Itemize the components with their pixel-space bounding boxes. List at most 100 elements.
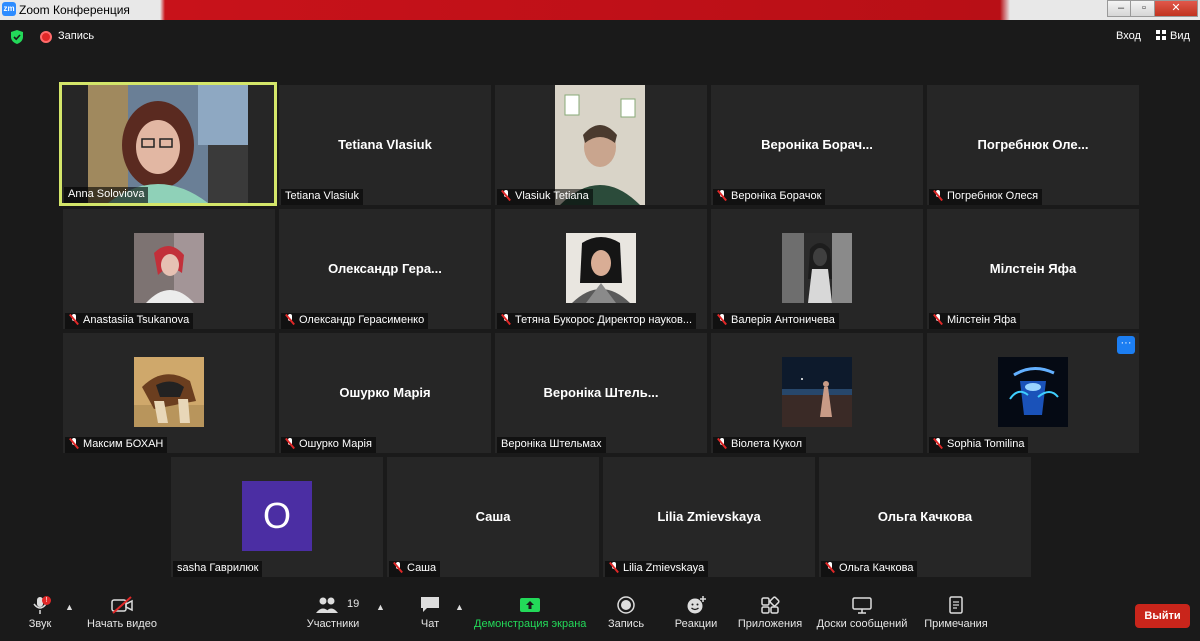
more-options-button[interactable]: ··· — [1117, 336, 1135, 354]
reactions-button[interactable]: Реакции — [674, 580, 718, 641]
window-title: Zoom Конференция — [19, 3, 130, 17]
video-tile[interactable]: ··· Sophia Tomilina — [927, 333, 1139, 453]
chat-bubble-icon — [421, 597, 439, 612]
participant-avatar-photo — [998, 357, 1068, 427]
start-video-label: Начать видео — [87, 618, 157, 630]
muted-mic-icon — [501, 190, 511, 201]
signin-button[interactable]: Вход — [1116, 30, 1141, 42]
participant-display-name: Lilia Zmievskaya — [657, 509, 761, 524]
audio-label: Звук — [28, 618, 52, 630]
apps-button[interactable]: Приложения — [736, 580, 804, 641]
security-shield-icon[interactable] — [10, 30, 24, 44]
participant-display-name: Олександр Гера... — [328, 261, 442, 276]
participant-name-label: sasha Гаврилюк — [173, 561, 263, 577]
video-tile[interactable]: O sasha Гаврилюк — [171, 457, 383, 577]
video-tile[interactable]: Валерія Антоничева — [711, 209, 923, 329]
muted-mic-icon — [717, 314, 727, 325]
meeting-toolbar: ! Звук ▲ Начать видео 19 Участники ▲ Чат… — [0, 580, 1200, 641]
participant-name-label: Максим БОХАН — [65, 437, 168, 453]
participant-name-label: Олександр Герасименко — [281, 313, 429, 329]
zoom-app-icon: zm — [2, 2, 16, 16]
whiteboard-icon — [852, 597, 872, 614]
notes-label: Примечания — [924, 618, 988, 630]
leave-meeting-button[interactable]: Выйти — [1135, 604, 1190, 628]
participant-name-label: Мілстеін Яфа — [929, 313, 1021, 329]
participants-button[interactable]: 19 Участники — [304, 580, 362, 641]
participant-name-label: Lilia Zmievskaya — [605, 561, 709, 577]
muted-mic-icon — [717, 190, 727, 201]
participant-display-name: Погребнюк Оле... — [977, 137, 1089, 152]
participant-display-name: Вероніка Штель... — [543, 385, 659, 400]
audio-options-chevron-icon[interactable]: ▲ — [65, 602, 74, 612]
participant-video — [555, 85, 645, 205]
smiley-plus-icon — [687, 596, 706, 614]
window-titlebar: zm Zoom Конференция – ▫ ✕ — [0, 0, 1200, 20]
video-tile[interactable]: Вероніка Штель... Вероніка Штельмах — [495, 333, 707, 453]
chat-label: Чат — [420, 618, 440, 630]
video-tile[interactable]: Максим БОХАН — [63, 333, 275, 453]
video-tile[interactable]: Віолета Кукол — [711, 333, 923, 453]
apps-label: Приложения — [737, 618, 803, 630]
share-screen-icon — [520, 598, 540, 612]
participant-display-name: Ольга Качкова — [877, 509, 973, 524]
muted-mic-icon — [933, 438, 943, 449]
participant-name-label: Саша — [389, 561, 441, 577]
participant-name-label: Ошурко Марія — [281, 437, 376, 453]
recording-label[interactable]: Запись — [58, 30, 94, 42]
share-screen-label: Демонстрация экрана — [474, 618, 587, 630]
video-tile[interactable]: Ошурко Марія Ошурко Марія — [279, 333, 491, 453]
video-tile[interactable]: Вероніка Борач... Вероніка Борачок — [711, 85, 923, 205]
audio-button[interactable]: ! Звук — [18, 580, 62, 641]
video-tile[interactable]: Олександр Гера... Олександр Герасименко — [279, 209, 491, 329]
video-tile[interactable]: Мілстеін Яфа Мілстеін Яфа — [927, 209, 1139, 329]
participant-name-label: Валерія Антоничева — [713, 313, 839, 329]
participant-display-name: Саша — [475, 509, 511, 524]
participant-name-label: Tetiana Vlasiuk — [281, 189, 363, 205]
muted-mic-icon — [285, 314, 295, 325]
participant-display-name: Tetiana Vlasiuk — [338, 137, 432, 152]
muted-mic-icon — [825, 562, 835, 573]
meeting-topbar: Запись Вход Вид — [0, 20, 1200, 54]
video-tile[interactable]: Anna Soloviova — [59, 82, 277, 206]
participants-label: Участники — [306, 618, 360, 630]
video-tile[interactable]: Погребнюк Оле... Погребнюк Олеся — [927, 85, 1139, 205]
record-label: Запись — [607, 618, 645, 630]
participant-name-label: Вероніка Штельмах — [497, 437, 606, 453]
participant-avatar-photo — [566, 233, 636, 303]
video-tile[interactable]: Anastasiia Tsukanova — [63, 209, 275, 329]
view-label: Вид — [1170, 30, 1190, 42]
video-tile[interactable]: Тетяна Букорос Директор науков... — [495, 209, 707, 329]
start-video-button[interactable]: Начать видео — [86, 580, 158, 641]
audio-alert-badge: ! — [42, 596, 51, 605]
participant-name-label: Вероніка Борачок — [713, 189, 826, 205]
muted-mic-icon — [69, 314, 79, 325]
video-tile[interactable]: Vlasiuk Tetiana — [495, 85, 707, 205]
view-button[interactable]: Вид — [1156, 30, 1190, 42]
video-tile[interactable]: Lilia Zmievskaya Lilia Zmievskaya — [603, 457, 815, 577]
participant-avatar-letter: O — [242, 481, 312, 551]
whiteboards-button[interactable]: Доски сообщений — [814, 580, 910, 641]
video-tile[interactable]: Ольга Качкова Ольга Качкова — [819, 457, 1031, 577]
close-window-button[interactable]: ✕ — [1154, 0, 1198, 17]
share-screen-button[interactable]: Демонстрация экрана — [474, 580, 586, 641]
recording-indicator-icon — [40, 31, 52, 43]
notes-button[interactable]: Примечания — [922, 580, 990, 641]
participant-name-label: Sophia Tomilina — [929, 437, 1029, 453]
record-button[interactable]: Запись — [606, 580, 646, 641]
participants-count: 19 — [347, 598, 360, 610]
participant-avatar-photo — [782, 233, 852, 303]
muted-mic-icon — [933, 314, 943, 325]
chat-button[interactable]: Чат — [416, 580, 444, 641]
participant-name-label: Тетяна Букорос Директор науков... — [497, 313, 697, 329]
muted-mic-icon — [609, 562, 619, 573]
muted-mic-icon — [69, 438, 79, 449]
participant-video — [88, 85, 248, 203]
participants-icon — [316, 597, 338, 613]
chat-options-chevron-icon[interactable]: ▲ — [455, 602, 464, 612]
muted-mic-icon — [717, 438, 727, 449]
video-tile[interactable]: Саша Саша — [387, 457, 599, 577]
participants-options-chevron-icon[interactable]: ▲ — [376, 602, 385, 612]
video-tile[interactable]: Tetiana Vlasiuk Tetiana Vlasiuk — [279, 85, 491, 205]
notes-icon — [949, 596, 963, 614]
muted-mic-icon — [285, 438, 295, 449]
